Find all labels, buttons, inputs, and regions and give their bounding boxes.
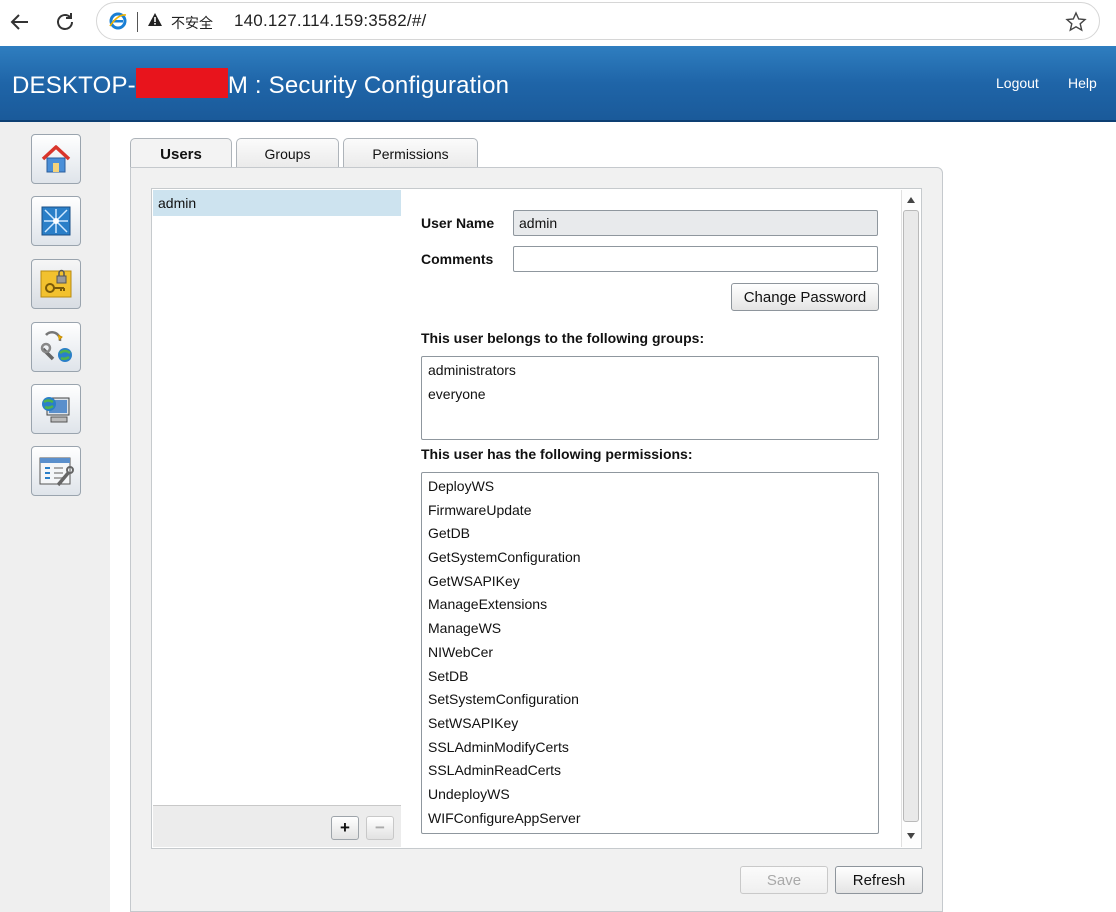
page-title: DESKTOP- M : Security Configuration	[12, 68, 509, 100]
sidebar-item-home[interactable]	[31, 134, 81, 184]
list-item[interactable]: GetSystemConfiguration	[428, 548, 878, 572]
sidebar	[0, 122, 110, 912]
browser-toolbar: 不安全 140.127.114.159:3582/#/	[0, 0, 1116, 44]
list-item[interactable]: DeployWS	[428, 477, 878, 501]
username-field[interactable]: admin	[513, 210, 878, 236]
remove-user-button[interactable]: −	[366, 816, 394, 840]
user-details: User Name admin Comments Change Password…	[401, 188, 922, 849]
list-item[interactable]: SetSystemConfiguration	[428, 690, 878, 714]
tab-users[interactable]: Users	[130, 138, 232, 169]
tab-permissions[interactable]: Permissions	[343, 138, 478, 168]
list-item[interactable]: GetDB	[428, 524, 878, 548]
comments-label: Comments	[421, 251, 494, 267]
list-item[interactable]: NIWebCer	[428, 643, 878, 667]
add-user-button[interactable]: +	[331, 816, 359, 840]
user-list: admin + −	[151, 188, 402, 849]
network-icon	[41, 206, 71, 236]
list-item[interactable]: everyone	[428, 385, 878, 409]
title-suffix: M : Security Configuration	[227, 72, 510, 99]
list-item[interactable]: GetWSAPIKey	[428, 572, 878, 596]
permissions-listbox[interactable]: DeployWS FirmwareUpdate GetDB GetSystemC…	[421, 472, 879, 834]
list-item[interactable]: WIFConfigureAppServer	[428, 809, 878, 833]
logout-link[interactable]: Logout	[996, 75, 1039, 91]
groups-heading: This user belongs to the following group…	[421, 330, 705, 346]
url-text[interactable]: 140.127.114.159:3582/#/	[234, 11, 426, 31]
configuration-tools-icon	[39, 457, 74, 487]
scrollbar-thumb[interactable]	[903, 210, 919, 822]
reload-icon[interactable]	[51, 8, 79, 36]
security-status-text[interactable]: 不安全	[171, 13, 213, 33]
remote-computer-icon	[42, 397, 70, 423]
permissions-heading: This user has the following permissions:	[421, 446, 693, 462]
tab-groups[interactable]: Groups	[236, 138, 339, 168]
list-item[interactable]: administrators	[428, 361, 878, 385]
groups-listbox[interactable]: administrators everyone	[421, 356, 879, 440]
home-icon	[41, 145, 71, 173]
list-item[interactable]: SSLAdminModifyCerts	[428, 738, 878, 762]
sidebar-item-network[interactable]	[31, 196, 81, 246]
list-item[interactable]: SSLAdminReadCerts	[428, 761, 878, 785]
web-services-icon	[40, 331, 72, 362]
scroll-down-icon[interactable]	[907, 833, 915, 839]
list-item[interactable]: UndeployWS	[428, 785, 878, 809]
sidebar-item-security[interactable]	[31, 259, 81, 309]
sidebar-item-remote[interactable]	[31, 384, 81, 434]
list-item[interactable]: SetDB	[428, 667, 878, 691]
help-link[interactable]: Help	[1068, 75, 1097, 91]
back-arrow-icon[interactable]	[6, 8, 34, 36]
username-label: User Name	[421, 215, 495, 231]
user-list-footer: + −	[153, 805, 401, 847]
details-scrollbar[interactable]	[901, 190, 920, 847]
change-password-button[interactable]: Change Password	[731, 283, 879, 311]
list-item[interactable]: ManageWS	[428, 619, 878, 643]
redaction-block	[135, 68, 228, 98]
comments-field[interactable]	[513, 246, 878, 272]
refresh-button[interactable]: Refresh	[835, 866, 923, 894]
save-button[interactable]: Save	[740, 866, 828, 894]
scroll-up-icon[interactable]	[907, 197, 915, 203]
app-header: DESKTOP- M : Security Configuration Logou…	[0, 46, 1116, 122]
address-bar[interactable]: 不安全 140.127.114.159:3582/#/	[96, 2, 1100, 40]
sidebar-item-configuration[interactable]	[31, 446, 81, 496]
ie-mode-icon[interactable]	[109, 12, 127, 30]
security-lock-icon	[40, 269, 72, 298]
favorite-star-icon[interactable]	[1065, 11, 1087, 33]
list-item[interactable]: FirmwareUpdate	[428, 501, 878, 525]
list-item[interactable]: SetWSAPIKey	[428, 714, 878, 738]
list-item[interactable]: ManageExtensions	[428, 595, 878, 619]
title-prefix: DESKTOP-	[12, 72, 136, 99]
sidebar-item-web-services[interactable]	[31, 322, 81, 372]
address-divider	[137, 12, 138, 32]
list-item[interactable]: admin	[153, 190, 401, 216]
warning-icon[interactable]	[147, 12, 163, 28]
